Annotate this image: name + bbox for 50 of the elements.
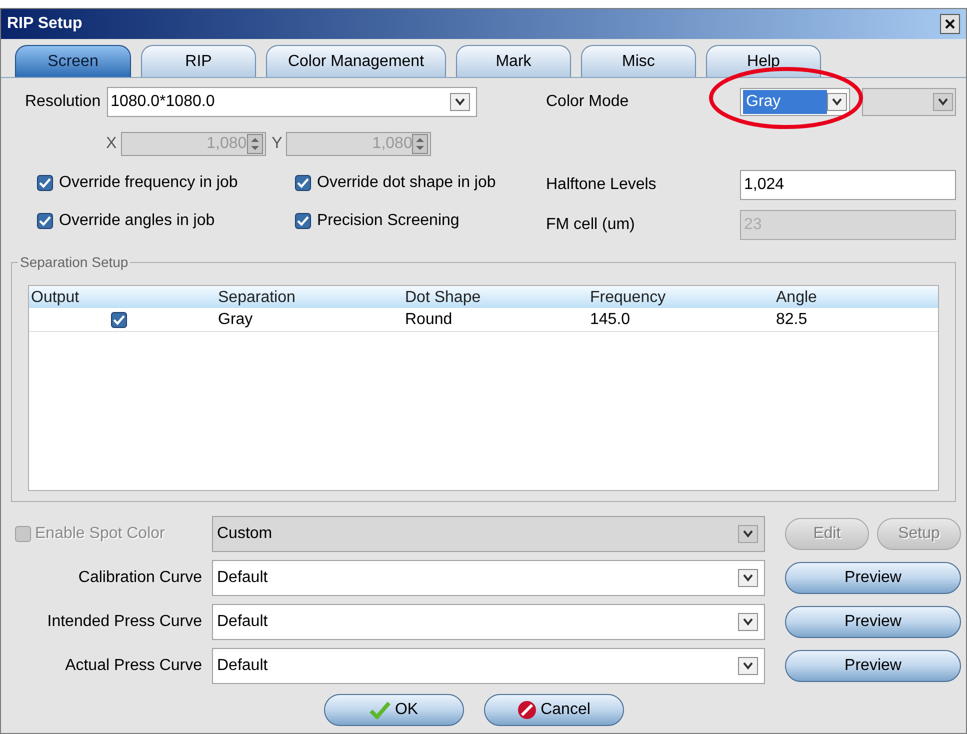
curve-dropdown[interactable]: Default [212,648,765,684]
curve-dropdown[interactable]: Default [212,560,765,596]
tab[interactable]: Help [706,45,821,77]
close-button[interactable] [940,14,960,34]
resolution-dropdown[interactable]: 1080.0*1080.0 [106,87,477,117]
checkmark-icon [368,701,391,719]
field-label: Y [272,134,282,154]
checkbox[interactable] [295,213,311,229]
checkbox[interactable] [295,175,311,191]
close-icon [945,19,955,29]
tab[interactable]: Misc [581,45,696,77]
field-label: Calibration Curve [77,568,203,588]
curve-dropdown[interactable]: Default [212,604,765,640]
column-header[interactable]: Angle [774,286,938,310]
checkbox-label: Override dot shape in job [317,173,496,193]
field-label: Color Mode [546,92,630,112]
tab[interactable]: RIP [141,45,256,77]
table-cell-text: 82.5 [775,310,808,330]
checkbox[interactable] [37,213,53,229]
checkbox[interactable] [37,175,53,191]
table-cell-text: Gray [217,310,254,330]
table-cell-text: Round [404,310,454,330]
checkbox[interactable] [111,312,127,328]
column-header[interactable]: Separation [216,286,403,310]
window-title: RIP Setup [7,14,82,34]
color-mode-dropdown[interactable]: Gray [740,88,850,116]
field-label: FM cell (um) [546,215,636,235]
tab[interactable]: Color Management [266,45,446,77]
button[interactable]: Preview [785,650,961,682]
checkbox-label: Precision Screening [317,211,460,231]
column-header[interactable]: Output [29,286,216,310]
field-label: Actual Press Curve [64,656,203,676]
field-label: Intended Press Curve [46,612,203,632]
input-field[interactable]: 1,024 [740,170,956,200]
table-cell-text: 145.0 [589,310,632,330]
checkbox-label: Enable Spot Color [35,524,165,544]
tab[interactable]: Screen [15,45,131,77]
button[interactable]: Preview [785,562,961,594]
field-label: Halftone Levels [546,175,658,195]
button[interactable]: Cancel [484,694,624,726]
checkbox-label: Override angles in job [59,211,215,231]
button[interactable]: Preview [785,606,961,638]
button[interactable]: OK [324,694,464,726]
field-label: X [106,134,117,154]
stop-icon [516,700,537,720]
column-header[interactable]: Frequency [588,286,774,310]
checkbox-label: Override frequency in job [59,173,238,193]
field-label: Resolution [25,92,101,112]
tab[interactable]: Mark [456,45,571,77]
column-header[interactable]: Dot Shape [403,286,588,310]
